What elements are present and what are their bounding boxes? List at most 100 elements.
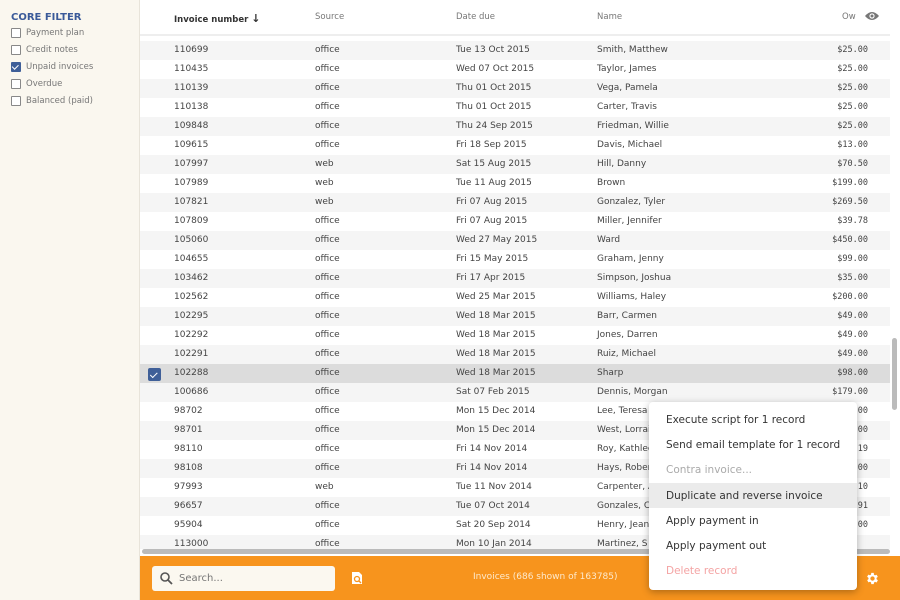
table-row[interactable]: 107997 web Sat 15 Aug 2015 Hill, Danny $70.5… [140,155,890,174]
table-row[interactable]: 102292 office Wed 18 Mar 2015 Jones, Darren… [140,326,890,345]
cell-amount: $199.00 [832,178,868,188]
menu-item-send-email-template-for-1-record[interactable]: Send email template for 1 record [649,432,857,457]
cell-date-due: Fri 07 Aug 2015 [456,197,528,207]
table-header: Invoice number ↓ Source Date due Name Ow [140,0,890,36]
cell-name: Carter, Travis [597,102,657,112]
cell-invoice-number: 102562 [174,292,209,302]
menu-item-duplicate-and-reverse-invoice[interactable]: Duplicate and reverse invoice [649,482,857,509]
table-row[interactable]: 104655 office Fri 15 May 2015 Graham, Jenny… [140,250,890,269]
table-row[interactable]: 103462 office Fri 17 Apr 2015 Simpson, Josh… [140,269,890,288]
cell-amount: 00 [857,463,868,473]
cell-name: Sharp [597,368,624,378]
cell-invoice-number: 110699 [174,45,209,55]
cell-source: office [315,444,340,454]
table-row[interactable]: 102295 office Wed 18 Mar 2015 Barr, Carmen $… [140,307,890,326]
cell-source: web [315,159,334,169]
cell-amount: $25.00 [837,64,868,74]
menu-item-execute-script-for-1-record[interactable]: Execute script for 1 record [649,407,857,432]
cell-source: office [315,121,340,131]
cell-source: office [315,539,340,549]
cell-source: office [315,387,340,397]
table-row[interactable]: 102562 office Wed 25 Mar 2015 Williams, Hal… [140,288,890,307]
cell-amount: 00 [857,425,868,435]
table-row[interactable]: 107821 web Fri 07 Aug 2015 Gonzalez, Tyler $… [140,193,890,212]
table-row[interactable]: 110699 office Tue 13 Oct 2015 Smith, Matthe… [140,41,890,60]
checkbox[interactable] [11,96,21,106]
filter-balanced-paid[interactable]: Balanced (paid) [11,96,93,106]
sidebar: CORE FILTER Payment plan Credit notes Unpa… [0,0,140,600]
cell-name: Carpenter, A [597,482,655,492]
cell-name: Ruiz, Michael [597,349,656,359]
cell-name: Martinez, S [597,539,648,549]
cell-source: office [315,406,340,416]
column-date-due[interactable]: Date due [456,12,495,22]
cell-date-due: Wed 07 Oct 2015 [456,64,535,74]
cell-invoice-number: 96657 [174,501,203,511]
search-icon [160,572,173,585]
eye-icon[interactable] [864,10,880,22]
filter-unpaid-invoices[interactable]: Unpaid invoices [11,62,93,72]
column-name[interactable]: Name [597,12,622,22]
cell-invoice-number: 98108 [174,463,203,473]
context-menu: Execute script for 1 record Send email te… [649,402,857,590]
cell-invoice-number: 109615 [174,140,209,150]
cell-name: Roy, Kathlee [597,444,654,454]
cell-date-due: Tue 11 Nov 2014 [456,482,532,492]
table-row[interactable]: 100686 office Sat 07 Feb 2015 Dennis, Morga… [140,383,890,402]
cell-invoice-number: 107997 [174,159,209,169]
column-owing[interactable]: Ow [842,12,856,22]
search-input[interactable] [179,573,329,584]
table-row[interactable]: 109848 office Thu 24 Sep 2015 Friedman, Wil… [140,117,890,136]
cell-date-due: Sat 15 Aug 2015 [456,159,532,169]
cell-source: office [315,292,340,302]
table-row[interactable]: 107989 web Tue 11 Aug 2015 Brown $199.00 [140,174,890,193]
cell-amount: $13.00 [837,140,868,150]
column-invoice-number[interactable]: Invoice number ↓ [174,12,260,25]
saved-search-icon[interactable] [351,571,363,585]
cell-date-due: Fri 18 Sep 2015 [456,140,527,150]
cell-invoice-number: 107809 [174,216,209,226]
menu-item-apply-payment-out[interactable]: Apply payment out [649,533,857,558]
table-row[interactable]: 105060 office Wed 27 May 2015 Ward $450.00 [140,231,890,250]
cell-invoice-number: 110138 [174,102,209,112]
filter-label: Balanced (paid) [26,96,93,106]
cell-name: Jones, Darren [597,330,658,340]
cell-source: office [315,463,340,473]
cell-amount: 00 [857,520,868,530]
cell-source: office [315,520,340,530]
record-count-status: Invoices (686 shown of 163785) [473,572,618,582]
cell-source: office [315,368,340,378]
table-row[interactable]: 107809 office Fri 07 Aug 2015 Miller, Jenni… [140,212,890,231]
table-row[interactable]: 102288 office Wed 18 Mar 2015 Sharp $98.00 [140,364,890,383]
column-source[interactable]: Source [315,12,344,22]
vertical-scrollbar[interactable] [892,338,897,410]
table-row[interactable]: 102291 office Wed 18 Mar 2015 Ruiz, Michael… [140,345,890,364]
row-checkbox[interactable] [148,368,161,381]
menu-item-delete-record[interactable]: Delete record [649,559,857,584]
cell-source: office [315,140,340,150]
cell-invoice-number: 110435 [174,64,209,74]
checkbox[interactable] [11,79,21,89]
cell-name: Ward [597,235,621,245]
menu-item-apply-payment-in[interactable]: Apply payment in [649,508,857,533]
cell-name: Davis, Michael [597,140,663,150]
cell-source: office [315,273,340,283]
cell-amount: $49.00 [837,311,868,321]
cell-source: office [315,349,340,359]
table-row[interactable]: 110138 office Thu 01 Oct 2015 Carter, Travi… [140,98,890,117]
search-box[interactable] [152,566,335,591]
table-row[interactable]: 109615 office Fri 18 Sep 2015 Davis, Michae… [140,136,890,155]
filter-overdue[interactable]: Overdue [11,79,62,89]
cell-name: Brown [597,178,626,188]
cell-date-due: Thu 01 Oct 2015 [456,83,532,93]
filter-credit-notes[interactable]: Credit notes [11,45,78,55]
table-row[interactable]: 110435 office Wed 07 Oct 2015 Taylor, James… [140,60,890,79]
checkbox[interactable] [11,28,21,38]
table-row[interactable]: 110139 office Thu 01 Oct 2015 Vega, Pamela $… [140,79,890,98]
checkbox[interactable] [11,45,21,55]
checkbox[interactable] [11,62,21,72]
filter-payment-plan[interactable]: Payment plan [11,28,84,38]
cell-amount: $25.00 [837,45,868,55]
cell-name: Vega, Pamela [597,83,658,93]
gear-icon[interactable] [865,571,880,586]
